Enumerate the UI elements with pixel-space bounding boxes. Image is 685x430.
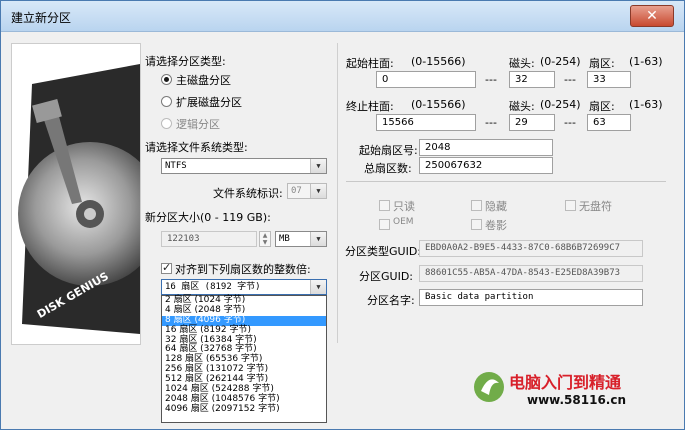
end-cylinder-range: (0-15566) — [411, 98, 466, 111]
radio-extended[interactable] — [161, 96, 172, 107]
filesystem-value: NTFS — [165, 161, 187, 171]
start-cylinder-label: 起始柱面: — [346, 57, 394, 70]
total-sectors-input[interactable]: 250067632 — [419, 157, 553, 174]
start-head-label: 磁头: — [509, 57, 535, 70]
filesystem-select[interactable]: NTFS ▼ — [161, 158, 327, 174]
start-sector-number-input[interactable]: 2048 — [419, 139, 553, 156]
end-dash-1: --- — [485, 116, 497, 129]
start-cylinder-range: (0-15566) — [411, 55, 466, 68]
size-unit-value: MB — [279, 234, 290, 244]
radio-logical-label: 逻辑分区 — [176, 118, 220, 131]
start-cylinder-input[interactable]: 0 — [376, 71, 476, 88]
hard-disk-illustration: DISK GENIUS — [12, 44, 140, 344]
end-sector-range: (1-63) — [629, 98, 663, 111]
start-dash-2: --- — [564, 73, 576, 86]
partition-type-label: 请选择分区类型: — [145, 55, 226, 68]
start-sector-range: (1-63) — [629, 55, 663, 68]
spinner-down-icon: ▼ — [262, 239, 268, 246]
dialog-body: DISK GENIUS 请选择分区类型: 主磁盘分区 扩展磁盘分区 逻辑分区 请… — [9, 33, 675, 423]
type-guid-label: 分区类型GUID: — [345, 245, 421, 258]
hidden-checkbox — [471, 200, 482, 211]
partition-guid-field: 88601C55-AB5A-47DA-8543-E25ED8A39B73 — [419, 265, 643, 282]
end-head-input[interactable]: 29 — [509, 114, 555, 131]
filesystem-id-value: 07 — [291, 186, 302, 196]
start-sector-label: 扇区: — [589, 57, 615, 70]
chevron-down-icon: ▼ — [310, 280, 326, 294]
shadow-checkbox — [471, 219, 482, 230]
filesystem-label: 请选择文件系统类型: — [145, 141, 248, 154]
filesystem-id-select: 07 ▼ — [287, 183, 327, 199]
start-dash-1: --- — [485, 73, 497, 86]
oem-checkbox — [379, 219, 390, 230]
oem-label: OEM — [393, 217, 414, 227]
size-spinner: ▲ ▼ — [259, 231, 271, 247]
start-head-input[interactable]: 32 — [509, 71, 555, 88]
size-unit-select[interactable]: MB ▼ — [275, 231, 327, 247]
hidden-label: 隐藏 — [485, 200, 507, 213]
title-bar: 建立新分区 ✕ — [1, 1, 684, 32]
start-head-range: (0-254) — [540, 55, 581, 68]
align-checkbox-label: 对齐到下列扇区数的整数倍: — [175, 263, 311, 276]
column-divider — [337, 43, 338, 343]
end-cylinder-input[interactable]: 15566 — [376, 114, 476, 131]
radio-primary[interactable] — [161, 74, 172, 85]
end-dash-2: --- — [564, 116, 576, 129]
end-head-range: (0-254) — [540, 98, 581, 111]
chevron-down-icon: ▼ — [310, 184, 326, 198]
radio-extended-label: 扩展磁盘分区 — [176, 96, 242, 109]
align-value: 16 扇区 (8192 字节) — [165, 282, 261, 292]
chevron-down-icon: ▼ — [310, 232, 326, 246]
watermark-url: www.58116.cn — [527, 393, 627, 407]
type-guid-field: EBD0A0A2-B9E5-4433-87C0-68B6B72699C7 — [419, 240, 643, 257]
end-sector-label: 扇区: — [589, 100, 615, 113]
end-sector-input[interactable]: 63 — [587, 114, 631, 131]
shadow-label: 卷影 — [485, 219, 507, 232]
watermark-title: 电脑入门到精通 — [509, 373, 622, 392]
total-sectors-label: 总扇区数: — [364, 162, 412, 175]
window-title: 建立新分区 — [11, 11, 72, 25]
radio-primary-label: 主磁盘分区 — [176, 74, 231, 87]
align-select[interactable]: 16 扇区 (8192 字节) ▼ — [161, 279, 327, 295]
radio-logical — [161, 118, 172, 129]
chevron-down-icon: ▼ — [310, 159, 326, 173]
align-checkbox[interactable] — [161, 261, 172, 274]
filesystem-id-label: 文件系统标识: — [213, 187, 283, 200]
new-partition-dialog: 建立新分区 ✕ DISK GENIUS 请选择分区类型: 主磁盘分区 扩展磁盘分… — [0, 0, 685, 430]
size-input: 122103 — [161, 231, 257, 247]
end-cylinder-label: 终止柱面: — [346, 100, 394, 113]
partition-guid-label: 分区GUID: — [359, 270, 413, 283]
no-drive-letter-label: 无盘符 — [579, 200, 612, 213]
readonly-checkbox — [379, 200, 390, 211]
end-head-label: 磁头: — [509, 100, 535, 113]
align-dropdown-list: 2 扇区 (1024 字节) 4 扇区 (2048 字节) 8 扇区 (4096… — [161, 295, 327, 423]
close-button[interactable]: ✕ — [630, 5, 674, 27]
disk-genius-image: DISK GENIUS — [11, 43, 141, 345]
start-sector-number-label: 起始扇区号: — [359, 144, 418, 157]
readonly-label: 只读 — [393, 200, 415, 213]
spinner-up-icon: ▲ — [262, 232, 268, 239]
section-divider — [346, 181, 666, 182]
no-drive-letter-checkbox — [565, 200, 576, 211]
partition-name-label: 分区名字: — [367, 294, 415, 307]
start-sector-input[interactable]: 33 — [587, 71, 631, 88]
size-label: 新分区大小(0 - 119 GB): — [145, 211, 271, 224]
list-item[interactable]: 4096 扇区 (2097152 字节) — [162, 404, 326, 415]
partition-name-input[interactable]: Basic data partition — [419, 289, 643, 306]
site-watermark: 电脑入门到精通 www.58116.cn — [467, 367, 667, 417]
